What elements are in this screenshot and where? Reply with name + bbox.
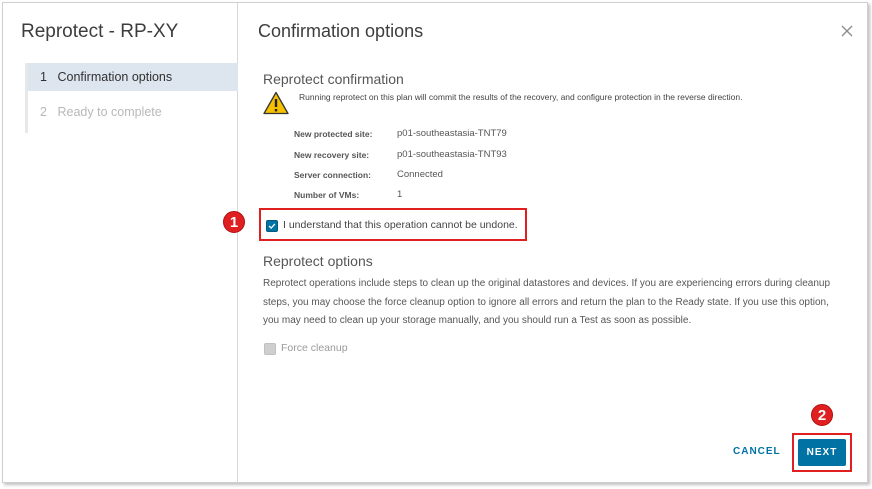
detail-key: New protected site: bbox=[294, 129, 373, 139]
wizard-sidebar: Reprotect - RP-XY 1 Confirmation options… bbox=[3, 3, 238, 482]
detail-key: Number of VMs: bbox=[294, 190, 360, 200]
step-label: Ready to complete bbox=[57, 105, 162, 119]
force-cleanup-label: Force cleanup bbox=[281, 342, 348, 354]
wizard-title: Reprotect - RP-XY bbox=[21, 21, 179, 42]
reprotect-confirmation-heading: Reprotect confirmation bbox=[263, 71, 404, 87]
wizard-content: Confirmation options Reprotect confirmat… bbox=[223, 3, 867, 482]
annotation-badge-1: 1 bbox=[223, 211, 245, 233]
step-confirmation-options[interactable]: 1 Confirmation options bbox=[28, 63, 238, 91]
wizard-dialog: Reprotect - RP-XY 1 Confirmation options… bbox=[2, 2, 868, 483]
detail-value: p01-southeastasia-TNT79 bbox=[397, 128, 507, 139]
step-ready-to-complete: 2 Ready to complete bbox=[28, 98, 238, 126]
acknowledge-checkbox[interactable] bbox=[266, 220, 278, 232]
cancel-button[interactable]: CANCEL bbox=[733, 446, 781, 457]
annotation-badge-2: 2 bbox=[811, 404, 833, 426]
close-icon[interactable] bbox=[839, 23, 855, 39]
detail-value: 1 bbox=[397, 189, 403, 200]
step-number: 1 bbox=[40, 70, 47, 84]
detail-value: p01-southeastasia-TNT93 bbox=[397, 149, 507, 160]
next-button-highlight: NEXT bbox=[792, 433, 852, 472]
detail-key: Server connection: bbox=[294, 170, 371, 180]
acknowledge-box: I understand that this operation cannot … bbox=[259, 208, 527, 241]
detail-value: Connected bbox=[397, 169, 443, 180]
reprotect-options-description: Reprotect operations include steps to cl… bbox=[263, 278, 831, 326]
reprotect-options-heading: Reprotect options bbox=[263, 253, 373, 269]
acknowledge-label[interactable]: I understand that this operation cannot … bbox=[283, 219, 518, 231]
warning-message: Running reprotect on this plan will comm… bbox=[299, 92, 743, 102]
wizard-steps: 1 Confirmation options 2 Ready to comple… bbox=[25, 63, 238, 133]
warning-icon bbox=[263, 91, 289, 115]
step-number: 2 bbox=[40, 105, 47, 119]
detail-key: New recovery site: bbox=[294, 150, 370, 160]
force-cleanup-checkbox[interactable] bbox=[264, 343, 276, 355]
page-title: Confirmation options bbox=[258, 21, 424, 41]
checkmark-icon bbox=[268, 223, 276, 230]
step-label: Confirmation options bbox=[57, 70, 173, 84]
next-button[interactable]: NEXT bbox=[798, 439, 846, 466]
